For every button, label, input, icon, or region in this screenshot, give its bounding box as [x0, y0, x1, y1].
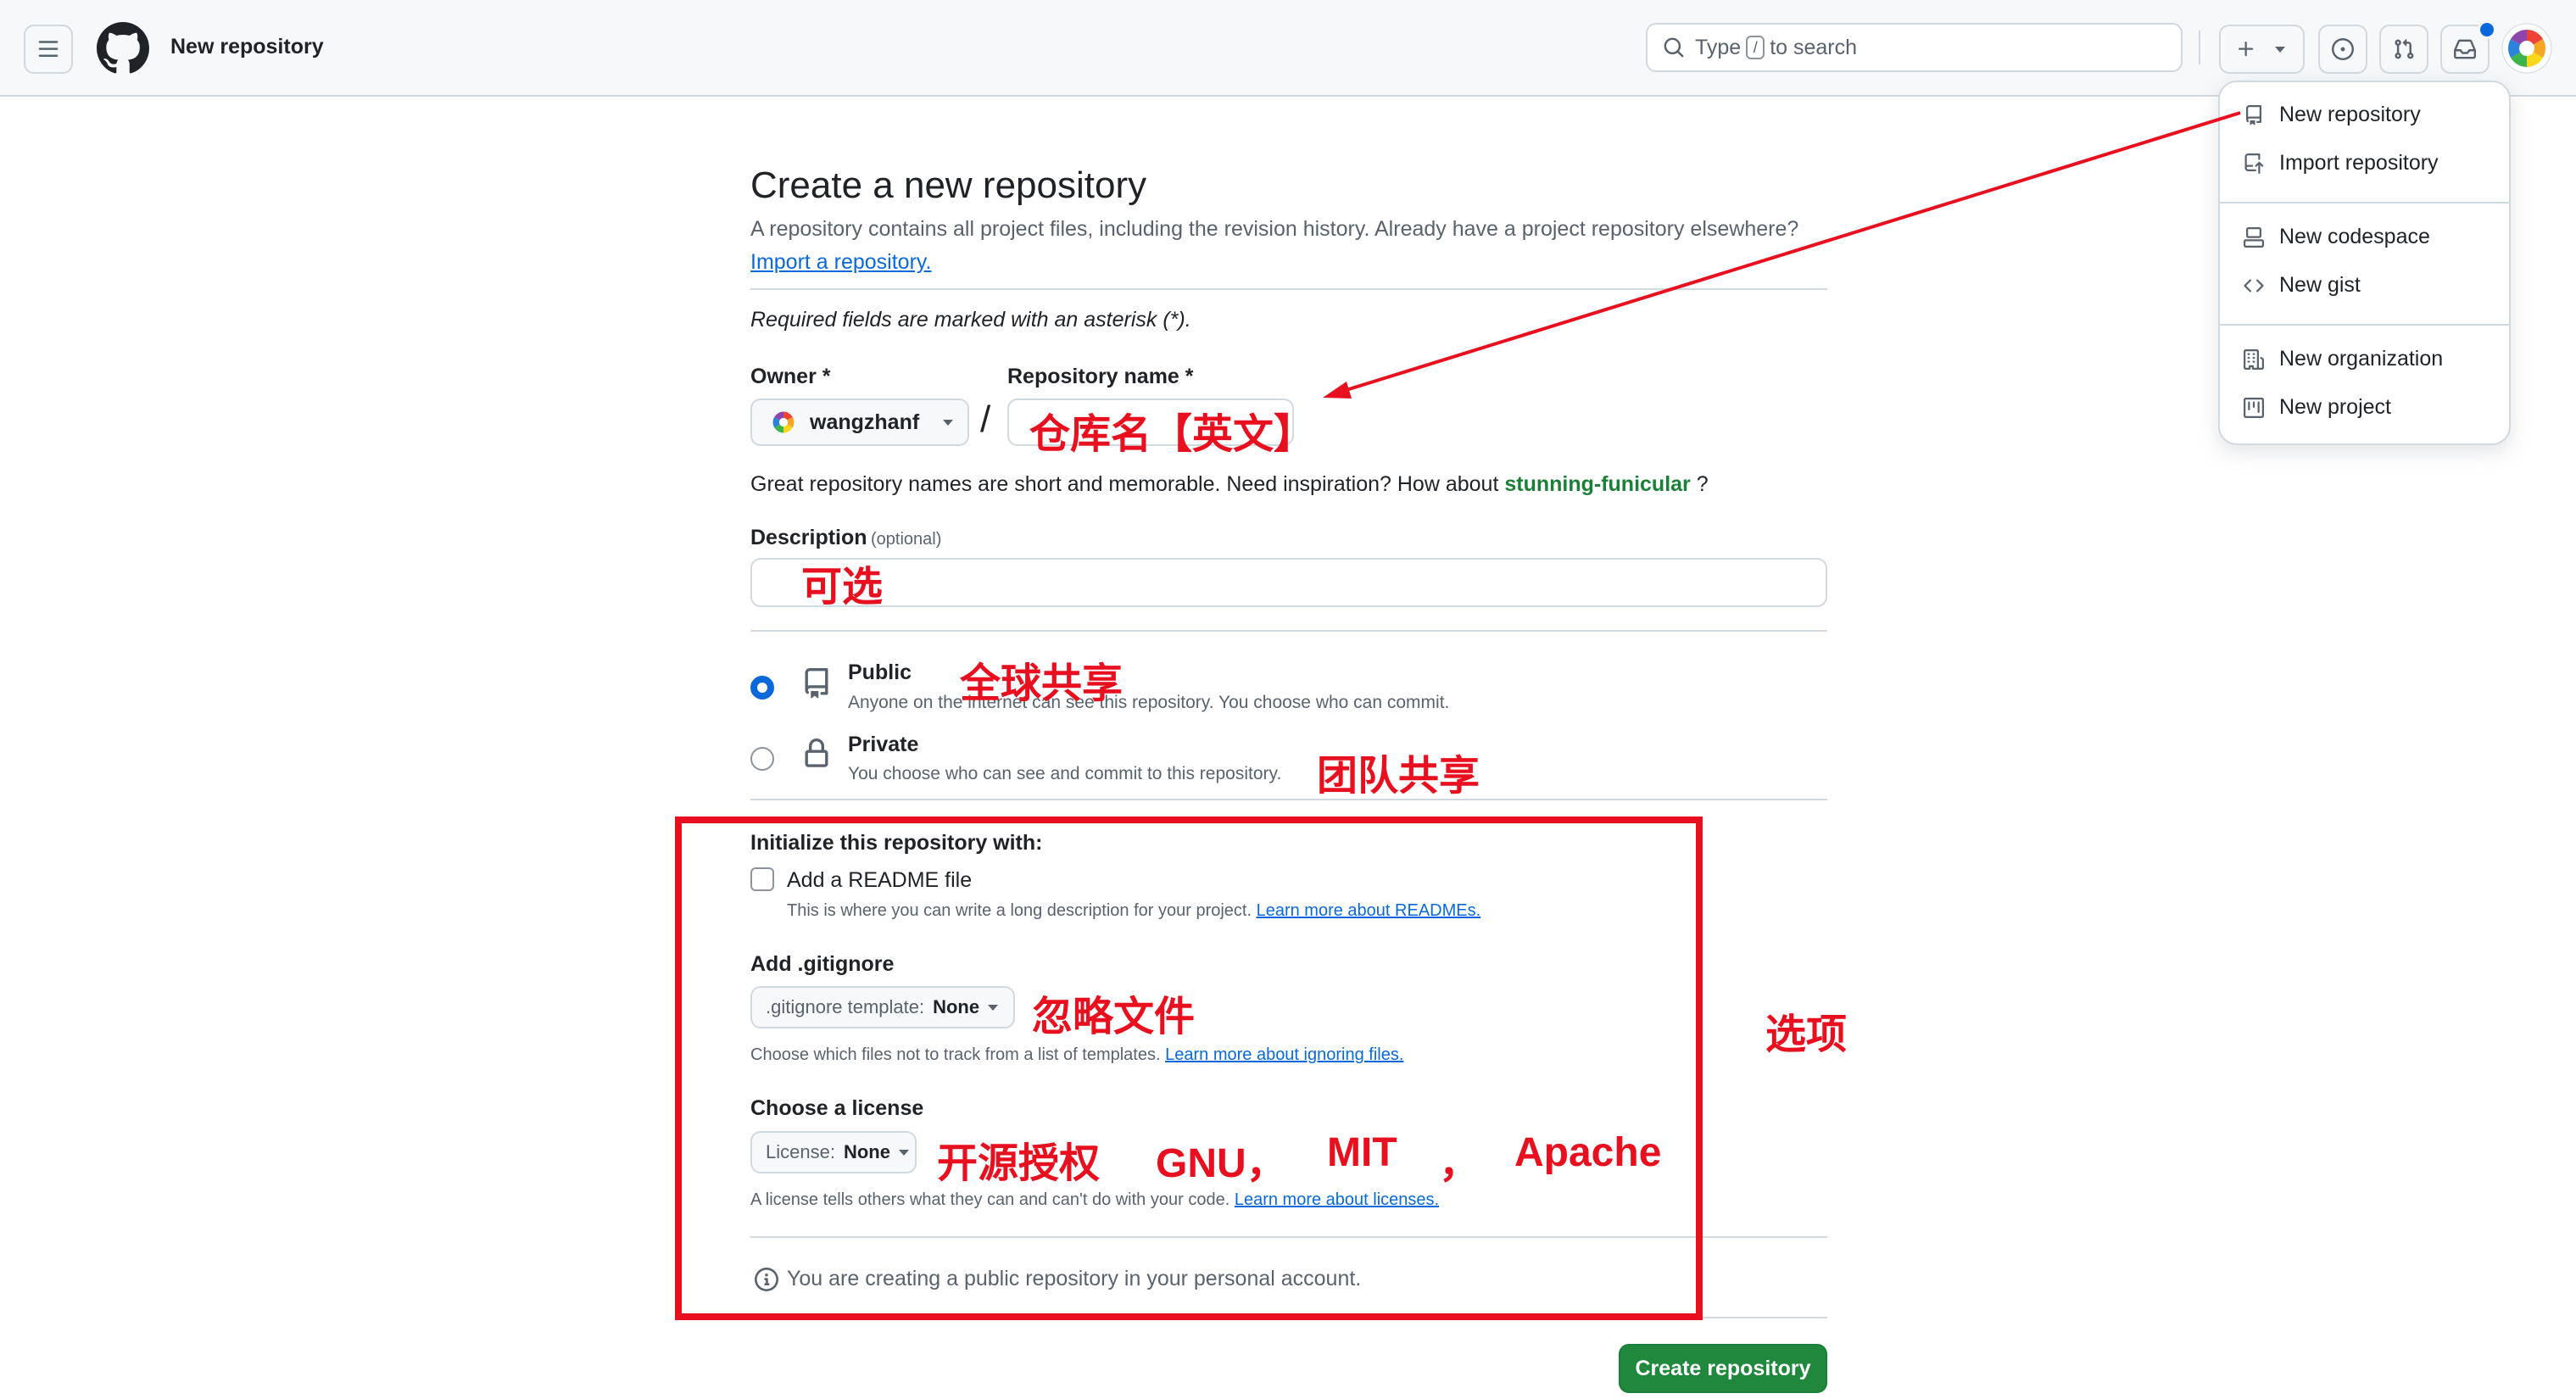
description-label: Description: [750, 526, 867, 549]
divider: [750, 288, 1827, 290]
annotation-gitignore: 忽略文件: [1032, 995, 1196, 1039]
plus-icon: [2239, 42, 2254, 57]
description-input[interactable]: [750, 558, 1827, 607]
menu-button[interactable]: [24, 25, 73, 74]
annotation-repo-name: 仓库名【英文】: [1029, 412, 1315, 457]
inspiration-end: ?: [1696, 472, 1709, 496]
search-input[interactable]: Type / to search: [1646, 23, 2183, 72]
header-divider: [2199, 31, 2200, 64]
codespaces-icon: [2244, 226, 2264, 248]
create-new-menu: New repository Import repository New cod…: [2218, 81, 2511, 445]
repo-icon: [2246, 104, 2261, 125]
chevron-down-icon: [2275, 46, 2285, 53]
private-radio[interactable]: [750, 747, 774, 771]
owner-avatar: [772, 411, 795, 433]
owner-select[interactable]: wangzhanf: [750, 399, 969, 446]
form-subtitle: A repository contains all project files,…: [750, 217, 1799, 241]
page-title: New repository: [170, 35, 324, 59]
search-icon: [1664, 37, 1684, 58]
code-icon: [2244, 278, 2264, 293]
organization-icon: [2244, 348, 2264, 370]
required-note: Required fields are marked with an aster…: [750, 308, 1191, 332]
menu-item-new-codespace[interactable]: New codespace: [2244, 225, 2430, 249]
private-title: Private: [848, 733, 919, 756]
annotation-private: 团队共享: [1317, 754, 1480, 799]
git-pull-request-icon: [2395, 38, 2414, 59]
menu-divider: [2220, 324, 2509, 326]
github-logo-icon[interactable]: [97, 22, 149, 75]
owner-value: wangzhanf: [810, 410, 920, 434]
divider: [750, 799, 1827, 800]
menu-item-import-repository[interactable]: Import repository: [2244, 151, 2439, 176]
annotation-description: 可选: [801, 565, 884, 610]
menu-item-new-gist[interactable]: New gist: [2244, 273, 2361, 298]
menu-item-label: New repository: [2279, 103, 2421, 126]
menu-item-label: Import repository: [2279, 151, 2439, 175]
annotation-license-prefix: 开源授权: [937, 1141, 1101, 1186]
menu-item-label: New project: [2279, 395, 2391, 419]
issue-opened-icon: [2332, 38, 2354, 60]
repo-icon: [805, 668, 828, 699]
project-icon: [2244, 397, 2264, 418]
menu-item-label: New gist: [2279, 273, 2361, 297]
menu-item-new-organization[interactable]: New organization: [2244, 347, 2443, 371]
annotation-public: 全球共享: [960, 661, 1124, 706]
menu-item-new-repository[interactable]: New repository: [2244, 103, 2421, 127]
repo-push-icon: [2244, 153, 2264, 174]
menu-divider: [2220, 202, 2509, 203]
menu-item-label: New organization: [2279, 347, 2444, 371]
name-inspiration: Great repository names are short and mem…: [750, 472, 1709, 497]
hamburger-icon: [38, 41, 59, 57]
divider: [750, 630, 1827, 632]
owner-label: Owner *: [750, 365, 831, 388]
public-radio[interactable]: [750, 676, 774, 700]
notification-indicator: [2478, 20, 2496, 39]
description-optional: (optional): [870, 530, 942, 549]
private-description: You choose who can see and commit to thi…: [848, 764, 1282, 783]
description-label-group: Description (optional): [750, 526, 941, 550]
repository-name-label: Repository name *: [1007, 365, 1194, 388]
annotation-options: 选项: [1765, 1012, 1848, 1057]
public-title: Public: [848, 660, 912, 684]
global-header: New repository Type / to search: [0, 0, 2576, 97]
search-text-after: to search: [1770, 35, 1858, 59]
annotation-license-gnu: GNU，: [1156, 1141, 1287, 1186]
avatar[interactable]: [2501, 23, 2552, 74]
menu-item-label: New codespace: [2279, 225, 2430, 248]
annotation-license-apache: Apache: [1514, 1130, 1662, 1175]
menu-item-new-project[interactable]: New project: [2244, 395, 2391, 420]
chevron-down-icon: [943, 419, 954, 426]
issues-button[interactable]: [2318, 25, 2367, 74]
options-highlight-box: [675, 817, 1703, 1320]
search-shortcut-key: /: [1746, 36, 1765, 59]
lock-icon: [805, 739, 828, 767]
search-text-before: Type: [1695, 35, 1742, 59]
owner-repo-separator: /: [980, 399, 991, 440]
create-new-button[interactable]: [2219, 25, 2305, 74]
create-repository-button[interactable]: Create repository: [1619, 1344, 1827, 1393]
public-description: Anyone on the internet can see this repo…: [848, 693, 1450, 712]
annotation-license-mit: MIT: [1327, 1130, 1397, 1175]
inspiration-text: Great repository names are short and mem…: [750, 472, 1499, 496]
suggested-name-link[interactable]: stunning-funicular: [1504, 472, 1690, 496]
inbox-icon: [2454, 39, 2476, 59]
pull-requests-button[interactable]: [2379, 25, 2428, 74]
form-title: Create a new repository: [750, 164, 1147, 206]
annotation-license-comma: ，: [1439, 1141, 1480, 1186]
import-repository-link[interactable]: Import a repository.: [750, 250, 932, 275]
